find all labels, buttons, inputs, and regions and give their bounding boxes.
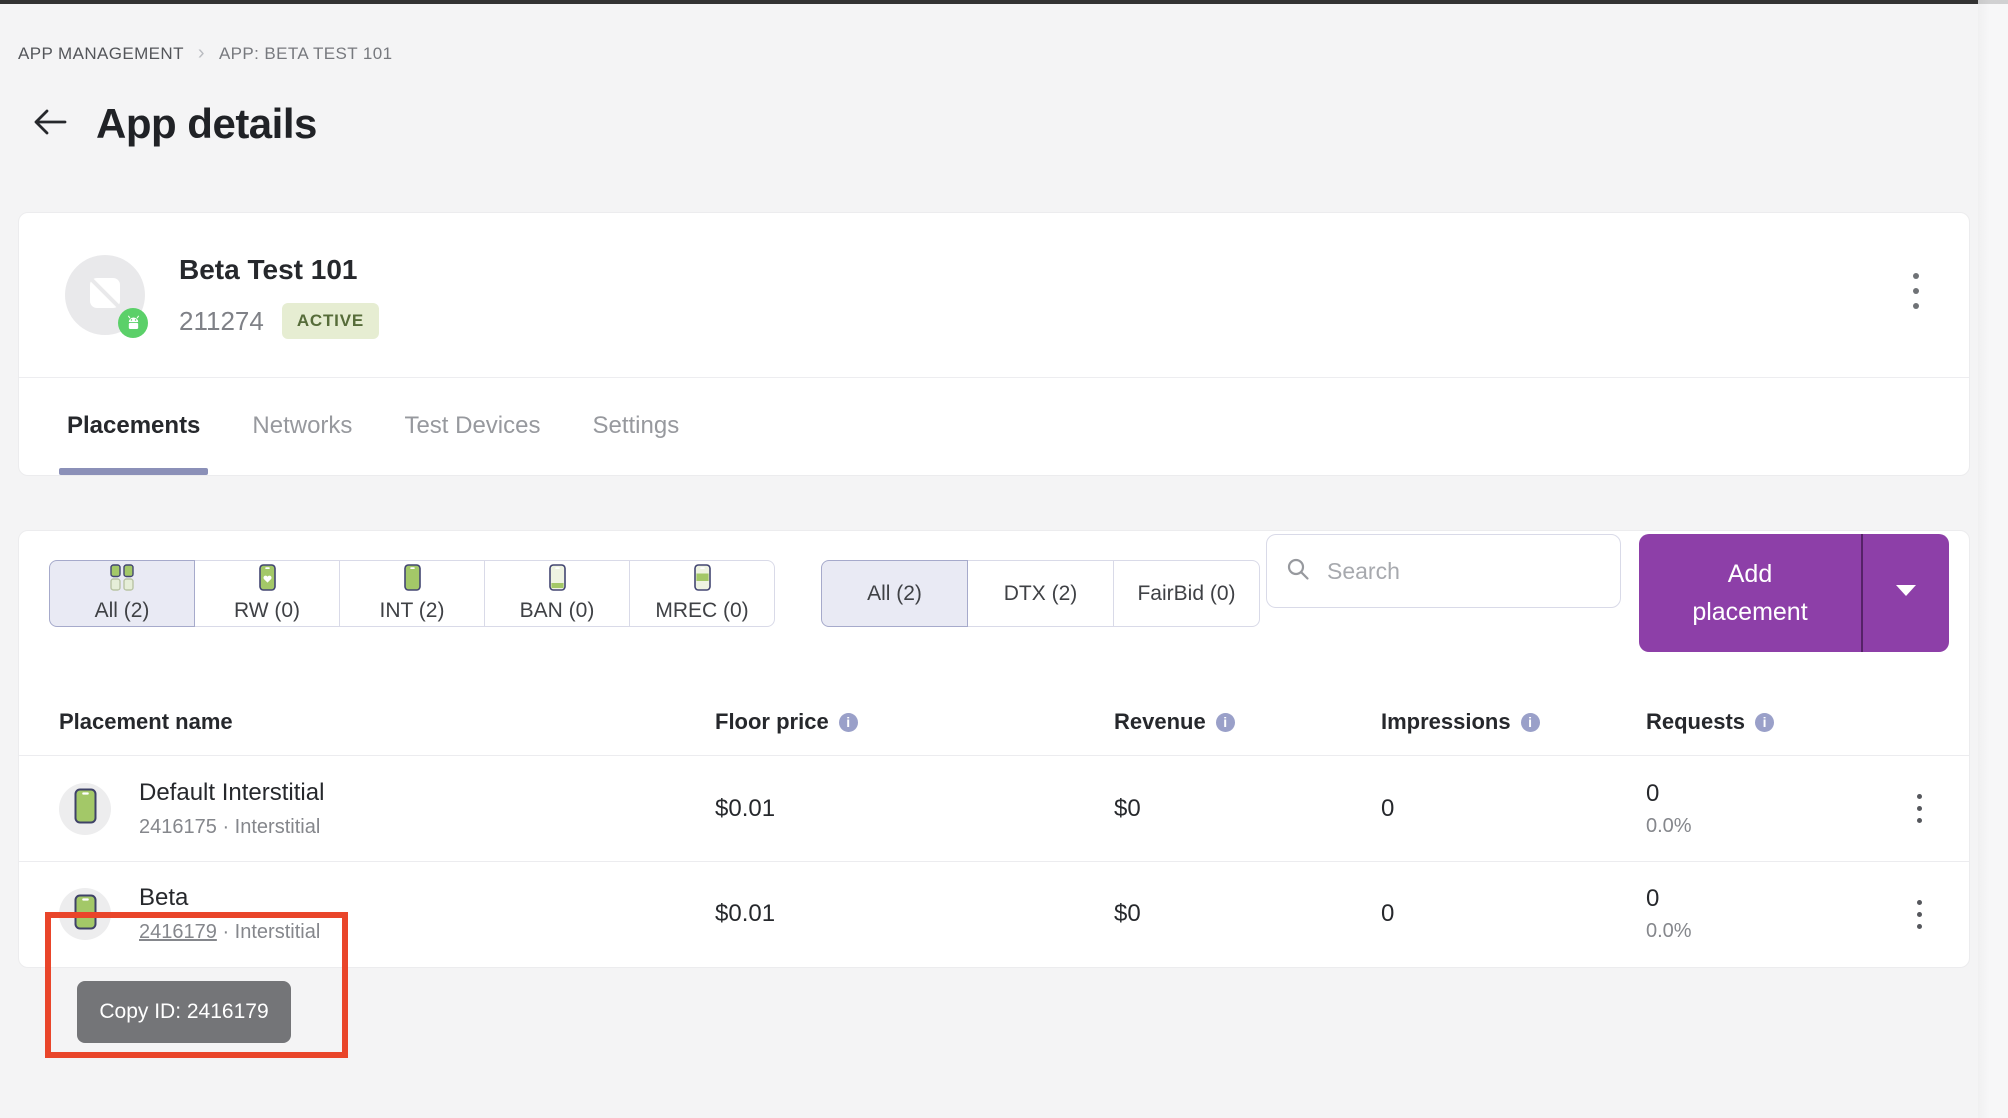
arrow-left-icon [32, 107, 68, 142]
placement-type: Interstitial [235, 921, 321, 943]
placement-name: Default Interstitial [139, 779, 324, 807]
android-icon [118, 308, 148, 338]
app-summary-card: Beta Test 101 211274 ACTIVE Placements N… [18, 212, 1970, 476]
table-row[interactable]: Beta 2416179 · Interstitial $0.01 $0 0 0… [19, 862, 1969, 966]
dropdown-caret-icon [1895, 584, 1917, 602]
format-filter-all[interactable]: All (2) [49, 560, 195, 627]
col-placement-name: Placement name [59, 709, 715, 735]
page-title: App details [96, 95, 317, 153]
info-icon[interactable]: i [1216, 713, 1235, 732]
app-avatar [65, 255, 145, 335]
interstitial-phone-icon [74, 788, 97, 829]
app-menu-kebab-icon[interactable] [1903, 265, 1929, 317]
tab-networks[interactable]: Networks [252, 378, 352, 475]
interstitial-phone-icon [74, 894, 97, 935]
tab-test-devices[interactable]: Test Devices [404, 378, 540, 475]
scrollbar-track[interactable] [1978, 0, 2008, 1118]
fill-rate-value: 0.0% [1646, 815, 1894, 838]
app-details-page: APP MANAGEMENT › APP: BETA TEST 101 App … [0, 42, 2008, 968]
copy-id-tooltip: Copy ID: 2416179 [77, 981, 291, 1043]
add-placement-label[interactable]: Add placement [1639, 534, 1861, 652]
row-menu-kebab-icon[interactable] [1894, 788, 1944, 829]
format-filter-banner[interactable]: BAN (0) [484, 560, 630, 627]
filter-bar: All (2) RW (0) [19, 531, 1969, 652]
status-badge: ACTIVE [282, 303, 379, 339]
col-revenue: Revenuei [1114, 709, 1381, 735]
table-row[interactable]: Default Interstitial 2416175 · Interstit… [19, 756, 1969, 862]
info-icon[interactable]: i [839, 713, 858, 732]
add-placement-button[interactable]: Add placement [1639, 534, 1949, 652]
placement-type-avatar [59, 888, 111, 940]
app-tabs: Placements Networks Test Devices Setting… [19, 378, 1969, 475]
placement-id-link[interactable]: 2416179 [139, 921, 217, 943]
interstitial-phone-icon [404, 564, 421, 596]
search-input[interactable] [1327, 558, 1602, 585]
breadcrumb-separator-icon: › [198, 42, 205, 65]
info-icon[interactable]: i [1755, 713, 1774, 732]
requests-value: 0 [1646, 780, 1894, 808]
impressions-value: 0 [1381, 795, 1646, 823]
placement-type: Interstitial [235, 816, 321, 838]
row-menu-kebab-icon[interactable] [1894, 894, 1944, 935]
breadcrumb-current-app: APP: BETA TEST 101 [219, 44, 393, 64]
source-filter-fairbid[interactable]: FairBid (0) [1113, 560, 1260, 627]
revenue-value: $0 [1114, 900, 1381, 928]
requests-cell: 0 0.0% [1646, 885, 1894, 943]
all-formats-icon [110, 564, 134, 596]
source-filter-all[interactable]: All (2) [821, 560, 968, 627]
impressions-value: 0 [1381, 900, 1646, 928]
window-top-edge [0, 0, 2008, 4]
format-filter-group: All (2) RW (0) [49, 560, 775, 627]
info-icon[interactable]: i [1521, 713, 1540, 732]
back-button[interactable] [30, 104, 70, 144]
format-filter-rewarded[interactable]: RW (0) [194, 560, 340, 627]
revenue-value: $0 [1114, 795, 1381, 823]
floor-price-value: $0.01 [715, 900, 1114, 928]
add-placement-dropdown[interactable] [1863, 534, 1949, 652]
col-requests: Requestsi [1646, 709, 1894, 735]
mrec-phone-icon [694, 564, 711, 596]
floor-price-value: $0.01 [715, 795, 1114, 823]
tab-placements[interactable]: Placements [67, 378, 200, 475]
requests-cell: 0 0.0% [1646, 780, 1894, 838]
placements-table: Placement name Floor pricei Revenuei Imp… [19, 689, 1969, 966]
rewarded-phone-icon [259, 564, 276, 596]
requests-value: 0 [1646, 885, 1894, 913]
col-floor-price: Floor pricei [715, 709, 1114, 735]
fill-rate-value: 0.0% [1646, 920, 1894, 943]
table-header: Placement name Floor pricei Revenuei Imp… [19, 689, 1969, 756]
app-id: 211274 [179, 306, 264, 337]
format-filter-interstitial[interactable]: INT (2) [339, 560, 485, 627]
placement-name: Beta [139, 884, 320, 912]
search-box [1266, 534, 1621, 608]
placements-card: All (2) RW (0) [18, 530, 1970, 968]
placement-type-avatar [59, 783, 111, 835]
breadcrumb: APP MANAGEMENT › APP: BETA TEST 101 [18, 42, 1970, 65]
breadcrumb-app-management[interactable]: APP MANAGEMENT [18, 44, 184, 64]
source-filter-group: All (2) DTX (2) FairBid (0) [821, 560, 1260, 627]
format-filter-mrec[interactable]: MREC (0) [629, 560, 775, 627]
app-name: Beta Test 101 [179, 253, 379, 287]
source-filter-dtx[interactable]: DTX (2) [967, 560, 1114, 627]
placement-subtitle: 2416175 · Interstitial [139, 816, 324, 839]
placement-id[interactable]: 2416175 [139, 816, 217, 838]
placement-subtitle: 2416179 · Interstitial [139, 921, 320, 944]
banner-phone-icon [549, 564, 566, 596]
col-impressions: Impressionsi [1381, 709, 1646, 735]
tab-settings[interactable]: Settings [592, 378, 679, 475]
search-icon [1285, 556, 1311, 587]
